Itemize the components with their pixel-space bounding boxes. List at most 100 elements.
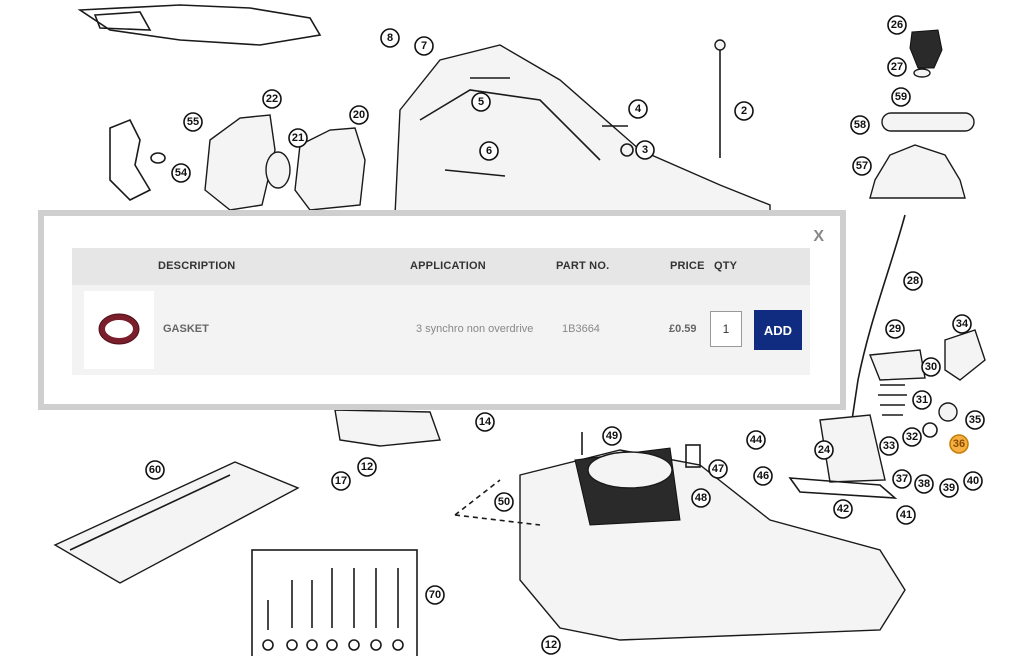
callout-31[interactable]: 31 (912, 390, 932, 410)
callout-40[interactable]: 40 (963, 471, 983, 491)
svg-text:8: 8 (387, 32, 393, 44)
gasket-image (98, 313, 140, 345)
item-application: 3 synchro non overdrive (416, 323, 534, 335)
svg-text:4: 4 (635, 103, 642, 115)
svg-text:22: 22 (266, 93, 278, 105)
svg-text:33: 33 (883, 440, 895, 452)
callout-29[interactable]: 29 (885, 319, 905, 339)
callout-12-upper[interactable]: 12 (357, 457, 377, 477)
callout-27[interactable]: 27 (887, 57, 907, 77)
part-detail-popup: X DESCRIPTION APPLICATION PART NO. PRICE… (38, 210, 846, 410)
column-qty: QTY (714, 260, 738, 272)
callout-50[interactable]: 50 (494, 492, 514, 512)
column-description: DESCRIPTION (158, 260, 236, 272)
svg-text:60: 60 (149, 464, 161, 476)
svg-text:44: 44 (750, 434, 763, 446)
svg-text:31: 31 (916, 394, 928, 406)
callout-55[interactable]: 55 (183, 112, 203, 132)
svg-text:58: 58 (854, 119, 866, 131)
callout-7[interactable]: 7 (414, 36, 434, 56)
callout-4[interactable]: 4 (628, 99, 648, 119)
callout-30[interactable]: 30 (921, 357, 941, 377)
callout-26[interactable]: 26 (887, 15, 907, 35)
callout-38[interactable]: 38 (914, 474, 934, 494)
callout-14[interactable]: 14 (475, 412, 495, 432)
callout-39[interactable]: 39 (939, 478, 959, 498)
callout-59[interactable]: 59 (891, 87, 911, 107)
svg-text:20: 20 (353, 109, 365, 121)
callout-70[interactable]: 70 (425, 585, 445, 605)
callout-35[interactable]: 35 (965, 410, 985, 430)
svg-text:30: 30 (925, 361, 937, 373)
callout-57[interactable]: 57 (852, 156, 872, 176)
svg-text:59: 59 (895, 91, 907, 103)
add-to-cart-button[interactable]: ADD (754, 310, 802, 350)
svg-text:12: 12 (545, 639, 557, 651)
svg-text:40: 40 (967, 475, 979, 487)
callout-41[interactable]: 41 (896, 505, 916, 525)
callout-12-lower[interactable]: 12 (541, 635, 561, 655)
column-price: PRICE (670, 260, 705, 272)
svg-text:42: 42 (837, 503, 849, 515)
callout-46[interactable]: 46 (753, 466, 773, 486)
callout-8[interactable]: 8 (380, 28, 400, 48)
svg-text:39: 39 (943, 482, 955, 494)
callout-6[interactable]: 6 (479, 141, 499, 161)
callout-3[interactable]: 3 (635, 140, 655, 160)
svg-text:24: 24 (818, 444, 831, 456)
svg-text:41: 41 (900, 509, 912, 521)
close-button[interactable]: X (813, 228, 824, 246)
callout-60[interactable]: 60 (145, 460, 165, 480)
svg-text:50: 50 (498, 496, 510, 508)
callout-44[interactable]: 44 (746, 430, 766, 450)
callout-34[interactable]: 34 (952, 314, 972, 334)
callout-36-highlighted[interactable]: 36 (949, 434, 969, 454)
svg-text:17: 17 (335, 475, 347, 487)
column-application: APPLICATION (410, 260, 486, 272)
callout-42[interactable]: 42 (833, 499, 853, 519)
svg-text:3: 3 (642, 144, 648, 156)
callout-28[interactable]: 28 (903, 271, 923, 291)
callout-22[interactable]: 22 (262, 89, 282, 109)
item-description: GASKET (163, 323, 209, 335)
svg-text:7: 7 (421, 40, 427, 52)
callout-20[interactable]: 20 (349, 105, 369, 125)
svg-text:37: 37 (896, 473, 908, 485)
callout-54[interactable]: 54 (171, 163, 191, 183)
svg-text:34: 34 (956, 318, 969, 330)
callout-47[interactable]: 47 (708, 459, 728, 479)
svg-text:29: 29 (889, 323, 901, 335)
svg-text:14: 14 (479, 416, 492, 428)
svg-text:5: 5 (478, 96, 484, 108)
callout-17[interactable]: 17 (331, 471, 351, 491)
table-row: GASKET 3 synchro non overdrive 1B3664 £0… (72, 285, 810, 375)
svg-text:12: 12 (361, 461, 373, 473)
callout-49[interactable]: 49 (602, 426, 622, 446)
callout-5[interactable]: 5 (471, 92, 491, 112)
callout-2[interactable]: 2 (734, 101, 754, 121)
callout-33[interactable]: 33 (879, 436, 899, 456)
svg-text:70: 70 (429, 589, 441, 601)
svg-text:55: 55 (187, 116, 199, 128)
svg-text:49: 49 (606, 430, 618, 442)
callout-48[interactable]: 48 (691, 488, 711, 508)
svg-text:21: 21 (292, 132, 304, 144)
callout-32[interactable]: 32 (902, 427, 922, 447)
item-price: £0.59 (669, 323, 697, 335)
svg-text:36: 36 (953, 438, 965, 450)
svg-text:27: 27 (891, 61, 903, 73)
svg-text:26: 26 (891, 19, 903, 31)
callout-21[interactable]: 21 (288, 128, 308, 148)
quantity-input[interactable] (710, 311, 742, 347)
callout-24[interactable]: 24 (814, 440, 834, 460)
table-header: DESCRIPTION APPLICATION PART NO. PRICE Q… (72, 248, 810, 285)
callout-58[interactable]: 58 (850, 115, 870, 135)
svg-text:2: 2 (741, 105, 747, 117)
svg-text:57: 57 (856, 160, 868, 172)
callout-37[interactable]: 37 (892, 469, 912, 489)
svg-text:35: 35 (969, 414, 981, 426)
svg-text:47: 47 (712, 463, 724, 475)
svg-text:46: 46 (757, 470, 769, 482)
part-thumbnail (84, 291, 154, 369)
item-part-no: 1B3664 (562, 323, 600, 335)
